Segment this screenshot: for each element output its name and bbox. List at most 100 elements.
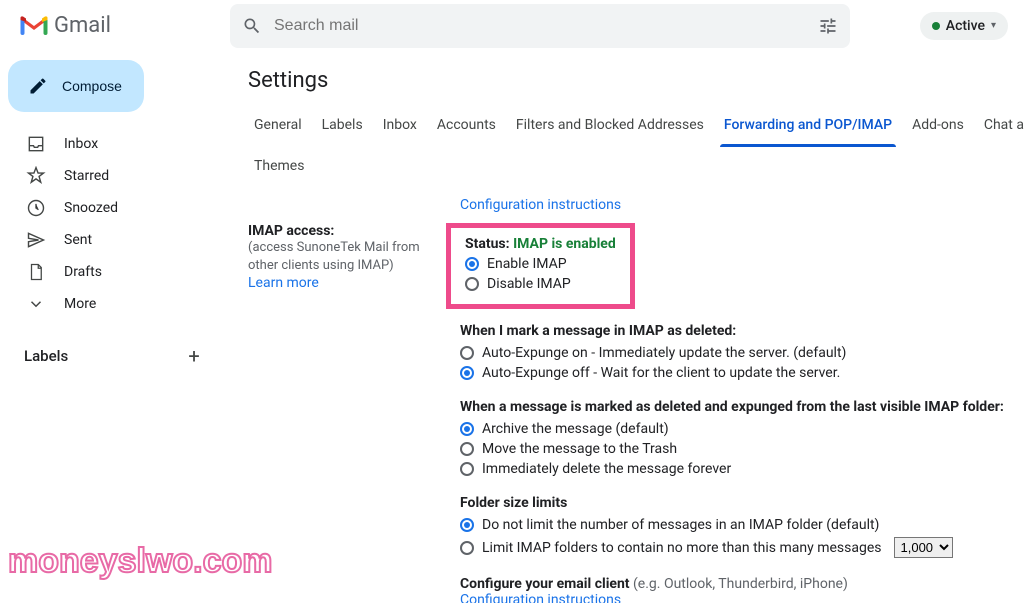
sidebar: Compose Inbox Starred Snoozed Sent Draft… xyxy=(0,52,232,603)
tab-filters[interactable]: Filters and Blocked Addresses xyxy=(506,107,714,147)
delete-forever-radio[interactable] xyxy=(460,462,474,476)
imap-status-line: Status: IMAP is enabled xyxy=(465,236,616,252)
limit-row[interactable]: Limit IMAP folders to contain no more th… xyxy=(460,535,1004,560)
archive-radio[interactable] xyxy=(460,422,474,436)
inbox-icon xyxy=(26,134,46,154)
sidebar-item-inbox[interactable]: Inbox xyxy=(0,128,224,160)
tab-addons[interactable]: Add-ons xyxy=(902,107,974,147)
sidebar-item-label: Drafts xyxy=(64,264,102,280)
status-pill[interactable]: Active ▾ xyxy=(920,12,1008,40)
settings-body: Configuration instructions IMAP access: … xyxy=(232,189,1024,603)
status-dot-icon xyxy=(932,22,940,30)
page-title: Settings xyxy=(232,52,1024,107)
search-bar[interactable] xyxy=(230,4,850,48)
logo-area: Gmail xyxy=(12,13,230,38)
settings-tabs-row2: Themes xyxy=(232,148,1024,189)
sidebar-item-snoozed[interactable]: Snoozed xyxy=(0,192,224,224)
configure-heading: Configure your email client xyxy=(460,576,630,592)
imap-row: IMAP access: (access SunoneTek Mail from… xyxy=(248,223,1004,603)
sidebar-item-more[interactable]: More xyxy=(0,288,224,320)
config-instructions-link-bottom[interactable]: Configuration instructions xyxy=(460,592,621,603)
imap-content-col: Status: IMAP is enabled Enable IMAP Disa… xyxy=(460,223,1004,603)
tab-themes[interactable]: Themes xyxy=(244,148,314,188)
autoexpunge-off-row[interactable]: Auto-Expunge off - Wait for the client t… xyxy=(460,363,1004,383)
labels-section: Labels + xyxy=(0,338,224,374)
status-value: IMAP is enabled xyxy=(513,236,616,252)
compose-label: Compose xyxy=(62,78,122,94)
sidebar-item-sent[interactable]: Sent xyxy=(0,224,224,256)
labels-heading: Labels xyxy=(24,347,68,365)
enable-imap-radio[interactable] xyxy=(465,257,479,271)
file-icon xyxy=(26,262,46,282)
config-instructions-link-top[interactable]: Configuration instructions xyxy=(460,197,621,213)
delete-forever-label: Immediately delete the message forever xyxy=(482,461,731,477)
tab-accounts[interactable]: Accounts xyxy=(427,107,506,147)
nav-list: Inbox Starred Snoozed Sent Drafts More xyxy=(0,128,224,320)
tab-forwarding[interactable]: Forwarding and POP/IMAP xyxy=(714,107,902,147)
folder-size-select[interactable]: 1,000 xyxy=(894,537,953,558)
sidebar-item-label: More xyxy=(64,296,96,312)
settings-tabs: General Labels Inbox Accounts Filters an… xyxy=(232,107,1024,148)
folder-subsection: Folder size limits Do not limit the numb… xyxy=(460,495,1004,560)
limit-label: Limit IMAP folders to contain no more th… xyxy=(482,540,882,556)
imap-label-col: IMAP access: (access SunoneTek Mail from… xyxy=(248,223,448,291)
autoexpunge-on-label: Auto-Expunge on - Immediately update the… xyxy=(482,345,846,361)
autoexpunge-on-radio[interactable] xyxy=(460,346,474,360)
gmail-text: Gmail xyxy=(54,13,111,38)
gmail-m-icon xyxy=(20,15,48,37)
no-limit-radio[interactable] xyxy=(460,518,474,532)
add-label-button[interactable]: + xyxy=(180,342,208,370)
sidebar-item-drafts[interactable]: Drafts xyxy=(0,256,224,288)
configure-heading-line: Configure your email client (e.g. Outloo… xyxy=(460,576,1004,592)
autoexpunge-on-row[interactable]: Auto-Expunge on - Immediately update the… xyxy=(460,343,1004,363)
deleted-subsection: When I mark a message in IMAP as deleted… xyxy=(460,323,1004,383)
disable-imap-radio[interactable] xyxy=(465,277,479,291)
search-input[interactable] xyxy=(264,17,808,35)
expunged-heading: When a message is marked as deleted and … xyxy=(460,399,1004,415)
status-label: Status: xyxy=(465,236,510,252)
compose-button[interactable]: Compose xyxy=(8,60,144,112)
disable-imap-label: Disable IMAP xyxy=(487,276,571,292)
learn-more-link[interactable]: Learn more xyxy=(248,275,319,291)
autoexpunge-off-label: Auto-Expunge off - Wait for the client t… xyxy=(482,365,840,381)
sidebar-item-label: Sent xyxy=(64,232,92,248)
folder-heading: Folder size limits xyxy=(460,495,1004,511)
enable-imap-row[interactable]: Enable IMAP xyxy=(465,254,616,274)
deleted-heading: When I mark a message in IMAP as deleted… xyxy=(460,323,1004,339)
trash-radio[interactable] xyxy=(460,442,474,456)
no-limit-label: Do not limit the number of messages in a… xyxy=(482,517,879,533)
config-link-top-wrap: Configuration instructions xyxy=(248,197,1004,223)
send-icon xyxy=(26,230,46,250)
tab-labels[interactable]: Labels xyxy=(312,107,373,147)
tab-inbox[interactable]: Inbox xyxy=(373,107,427,147)
enable-imap-label: Enable IMAP xyxy=(487,256,567,272)
gmail-logo[interactable]: Gmail xyxy=(20,13,111,38)
configure-suffix: (e.g. Outlook, Thunderbird, iPhone) xyxy=(630,576,848,592)
pencil-icon xyxy=(28,76,48,96)
trash-label: Move the message to the Trash xyxy=(482,441,677,457)
header-right: Active ▾ xyxy=(920,12,1016,40)
search-icon[interactable] xyxy=(240,14,264,38)
archive-row[interactable]: Archive the message (default) xyxy=(460,419,1004,439)
sidebar-item-label: Starred xyxy=(64,168,109,184)
disable-imap-row[interactable]: Disable IMAP xyxy=(465,274,616,294)
limit-radio[interactable] xyxy=(460,541,474,555)
sidebar-item-starred[interactable]: Starred xyxy=(0,160,224,192)
autoexpunge-off-radio[interactable] xyxy=(460,366,474,380)
sidebar-item-label: Snoozed xyxy=(64,200,118,216)
star-icon xyxy=(26,166,46,186)
tab-chat[interactable]: Chat and M xyxy=(974,107,1024,147)
sidebar-item-label: Inbox xyxy=(64,136,98,152)
main-content: Settings General Labels Inbox Accounts F… xyxy=(232,52,1024,603)
clock-icon xyxy=(26,198,46,218)
imap-heading: IMAP access: xyxy=(248,223,448,239)
no-limit-row[interactable]: Do not limit the number of messages in a… xyxy=(460,515,1004,535)
tune-icon[interactable] xyxy=(816,14,840,38)
delete-forever-row[interactable]: Immediately delete the message forever xyxy=(460,459,1004,479)
trash-row[interactable]: Move the message to the Trash xyxy=(460,439,1004,459)
status-text: Active xyxy=(946,18,985,34)
chevron-down-icon xyxy=(26,294,46,314)
tab-general[interactable]: General xyxy=(244,107,312,147)
highlight-box: Status: IMAP is enabled Enable IMAP Disa… xyxy=(446,223,635,309)
chevron-down-icon: ▾ xyxy=(991,20,996,31)
